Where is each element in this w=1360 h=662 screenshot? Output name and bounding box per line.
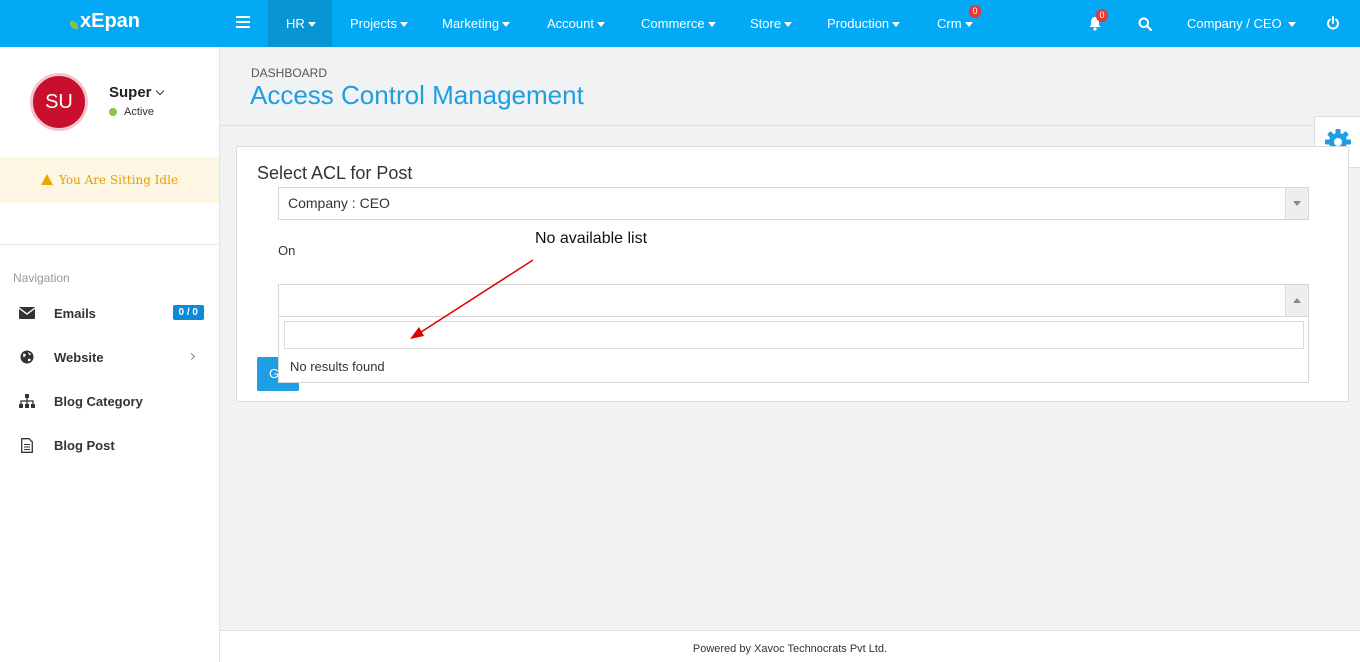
select-arrow[interactable] (1285, 188, 1308, 219)
page-title: Access Control Management (250, 80, 584, 110)
acl-form-panel: Select ACL for Post Company : CEO On G N… (236, 146, 1349, 402)
nav-marketing[interactable]: Marketing (442, 0, 511, 47)
caret-down-icon (784, 22, 793, 28)
caret-down-icon (1287, 22, 1296, 28)
user-status-label: Active (124, 106, 154, 118)
nav-account-label: Account (547, 16, 594, 31)
caret-down-icon (964, 22, 973, 28)
app-logo-text: xEpan (80, 10, 141, 32)
annotation-label: No available list (535, 230, 648, 247)
nav-marketing-label: Marketing (442, 16, 500, 31)
form-title: Select ACL for Post (257, 163, 413, 183)
nav-heading: Navigation (13, 271, 70, 285)
emails-count-badge: 0 / 0 (172, 305, 204, 320)
caret-down-icon (502, 22, 511, 28)
footer: Powered by Xavoc Technocrats Pvt Ltd. (220, 630, 1360, 662)
nav-production[interactable]: Production (827, 0, 901, 47)
caret-down-icon (707, 22, 716, 28)
sidebar-item-label: Website (54, 349, 104, 365)
sidebar: SU Super Active You Are Sitting Idle Nav… (0, 47, 220, 662)
no-results-message: No results found (290, 359, 385, 374)
file-icon (18, 437, 35, 453)
caret-down-icon (596, 22, 605, 28)
caret-down-icon (1293, 201, 1301, 206)
globe-icon (18, 349, 35, 365)
post-select[interactable]: Company : CEO (278, 187, 1309, 220)
user-name: Super (109, 84, 152, 101)
nav-hr-label: HR (286, 16, 305, 31)
caret-down-icon (399, 22, 408, 28)
app-logo[interactable]: xEpan (70, 10, 140, 33)
sidebar-item-emails[interactable]: Emails 0 / 0 (18, 302, 208, 324)
notifications-badge: 0 (1096, 9, 1108, 22)
warning-icon (40, 174, 53, 185)
chevron-down-icon (155, 86, 164, 96)
post-select-value: Company : CEO (288, 195, 390, 211)
nav-production-label: Production (827, 16, 890, 31)
page-header: DASHBOARD Access Control Management (220, 47, 1360, 126)
nav-commerce-label: Commerce (641, 16, 705, 31)
sidebar-item-label: Blog Category (54, 393, 143, 409)
sidebar-item-label: Emails (54, 305, 96, 321)
nav-crm-label: Crm (937, 16, 962, 31)
chevron-right-icon (187, 352, 196, 361)
nav-projects[interactable]: Projects (350, 0, 408, 47)
sidebar-item-blog-category[interactable]: Blog Category (18, 390, 208, 412)
caret-down-icon (892, 22, 901, 28)
nav-projects-label: Projects (350, 16, 397, 31)
search-icon[interactable] (1138, 17, 1152, 31)
sidebar-item-website[interactable]: Website (18, 346, 208, 368)
top-navbar: xEpan HR Projects Marketing Account Comm… (0, 0, 1360, 47)
sidebar-item-label: Blog Post (54, 437, 115, 453)
avatar[interactable]: SU (30, 73, 88, 131)
caret-down-icon (307, 22, 316, 28)
breadcrumb[interactable]: DASHBOARD (251, 66, 327, 80)
idle-alert: You Are Sitting Idle (0, 157, 219, 203)
dropdown-search-input[interactable] (284, 321, 1304, 349)
crm-badge: 0 (969, 5, 981, 18)
nav-crm[interactable]: Crm (937, 0, 973, 47)
on-select[interactable] (278, 284, 1309, 317)
nav-store-label: Store (750, 16, 782, 31)
leaf-icon (70, 20, 78, 29)
nav-hr[interactable]: HR (268, 0, 332, 47)
nav-store[interactable]: Store (750, 0, 793, 47)
power-icon[interactable] (1326, 16, 1340, 31)
user-name-dropdown[interactable]: Super (109, 84, 164, 101)
menu-toggle-icon[interactable] (236, 16, 250, 28)
envelope-icon (18, 305, 35, 321)
user-status: Active (109, 106, 154, 118)
nav-commerce[interactable]: Commerce (641, 0, 716, 47)
on-select-dropdown: No results found (278, 317, 1309, 383)
user-menu[interactable]: Company / CEO (1187, 0, 1296, 47)
divider (0, 244, 219, 245)
sitemap-icon (18, 393, 35, 409)
select-arrow[interactable] (1285, 285, 1308, 316)
user-menu-label: Company / CEO (1187, 16, 1282, 31)
caret-up-icon (1293, 298, 1301, 303)
status-dot-icon (109, 108, 117, 116)
nav-account[interactable]: Account (547, 0, 605, 47)
sidebar-item-blog-post[interactable]: Blog Post (18, 434, 208, 456)
on-label: On (278, 243, 296, 258)
idle-message: You Are Sitting Idle (58, 173, 179, 187)
